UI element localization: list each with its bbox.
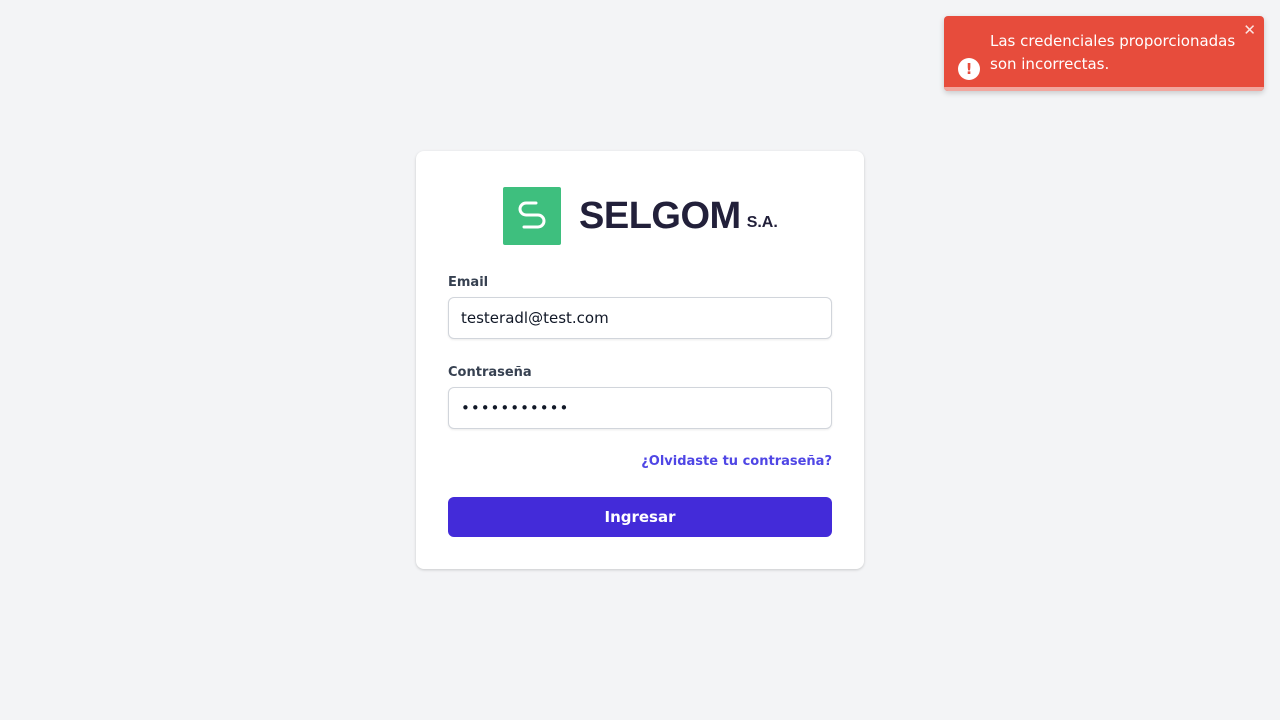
- logo-mark-icon: [503, 187, 561, 245]
- company-logo: SELGOM S.A.: [503, 187, 778, 245]
- exclamation-icon: !: [958, 58, 980, 80]
- password-label: Contraseña: [448, 365, 532, 380]
- email-label: Email: [448, 275, 489, 290]
- toast-progress-bar: [944, 87, 1264, 91]
- login-page: ! Las credenciales proporcionadas son in…: [0, 0, 1280, 720]
- email-field[interactable]: [448, 297, 832, 339]
- logo-wordmark: SELGOM: [579, 194, 741, 237]
- forgot-password-link[interactable]: ¿Olvidaste tu contraseña?: [641, 454, 832, 469]
- password-field[interactable]: [448, 387, 832, 429]
- login-button[interactable]: Ingresar: [448, 497, 832, 537]
- logo-suffix: S.A.: [746, 214, 778, 231]
- close-icon[interactable]: ✕: [1243, 20, 1256, 40]
- login-card: SELGOM S.A. Email Contraseña ¿Olvidaste …: [416, 151, 864, 569]
- error-toast[interactable]: ! Las credenciales proporcionadas son in…: [944, 16, 1264, 91]
- toast-message: Las credenciales proporcionadas son inco…: [990, 32, 1236, 73]
